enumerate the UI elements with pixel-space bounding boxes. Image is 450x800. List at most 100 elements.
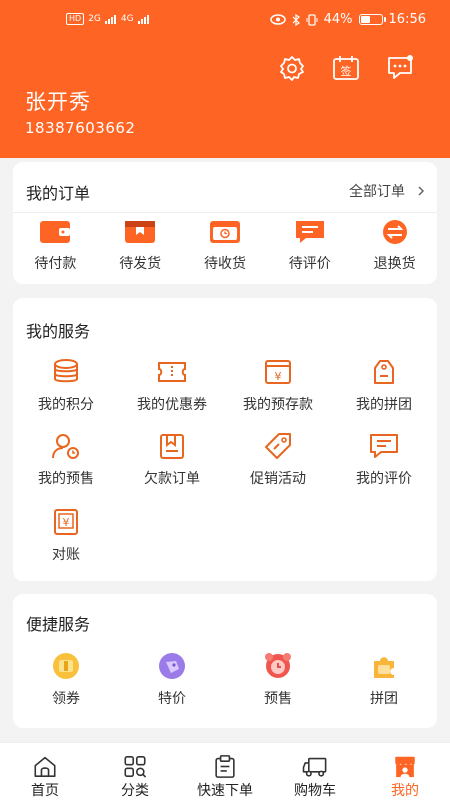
quick-label: 特价: [158, 691, 186, 707]
services-row: ¥ 对账: [13, 508, 437, 564]
order-pending-review[interactable]: 待评价: [267, 219, 352, 273]
service-presale[interactable]: 我的预售: [13, 432, 119, 488]
signal-4g-indicator: 4G: [120, 14, 134, 24]
network-indicators: HD 2G 4G: [66, 13, 150, 25]
quick-label: 预售: [264, 691, 292, 707]
service-coupons[interactable]: 我的优惠券: [119, 358, 225, 414]
battery-percent: 44%: [323, 12, 353, 27]
settings-icon[interactable]: [278, 54, 306, 82]
get-coupon-icon: [53, 653, 79, 679]
vibrate-icon: [306, 13, 318, 26]
order-label: 待评价: [288, 256, 331, 272]
services-row: 我的预售 欠款订单 促销活动 我的评价: [13, 432, 437, 488]
all-orders-label: 全部订单: [349, 184, 405, 200]
service-promotions[interactable]: 促销活动: [225, 432, 331, 488]
header-actions: 签: [278, 54, 414, 82]
chevron-right-icon: [418, 186, 425, 196]
group-buy-icon: [374, 360, 394, 384]
service-label: 我的积分: [38, 397, 94, 413]
service-label: 欠款订单: [144, 471, 200, 487]
service-group-buy[interactable]: 我的拼团: [331, 358, 437, 414]
tab-label: 我的: [391, 783, 419, 799]
user-phone: 18387603662: [25, 119, 136, 137]
profile-store-icon: [395, 756, 415, 778]
order-label: 退换货: [373, 256, 416, 272]
status-bar: HD 2G 4G 44% 16:56: [0, 0, 450, 40]
svg-text:¥: ¥: [63, 516, 70, 529]
exchange-icon: [382, 220, 407, 244]
svg-text:签: 签: [341, 64, 352, 78]
presale-icon: [52, 434, 79, 459]
tab-label: 购物车: [294, 783, 336, 799]
reconcile-icon: ¥: [54, 509, 78, 535]
clipboard-icon: [215, 755, 235, 778]
special-price-icon: [159, 653, 185, 679]
all-orders-link[interactable]: 全部订单: [349, 181, 425, 201]
sign-in-icon[interactable]: 签: [332, 54, 360, 82]
tab-cart[interactable]: 购物车: [270, 743, 360, 800]
tab-quick-order[interactable]: 快速下单: [180, 743, 270, 800]
box-icon: [125, 221, 156, 243]
quick-special-price[interactable]: 特价: [119, 652, 225, 708]
tab-label: 首页: [31, 783, 59, 799]
quick-label: 领券: [52, 691, 80, 707]
wallet-icon: [40, 221, 71, 243]
tab-label: 分类: [121, 783, 149, 799]
comment-icon: [295, 221, 324, 243]
hd-indicator: HD: [66, 13, 85, 25]
order-pending-shipment[interactable]: 待发货: [98, 219, 183, 273]
tab-category[interactable]: 分类: [90, 743, 180, 800]
service-points[interactable]: 我的积分: [13, 358, 119, 414]
service-debt-orders[interactable]: 欠款订单: [119, 432, 225, 488]
deposit-icon: ¥: [265, 360, 291, 384]
quick-label: 拼团: [370, 691, 398, 707]
tab-home[interactable]: 首页: [0, 743, 90, 800]
delivery-icon: [209, 221, 240, 243]
services-card: 我的服务 我的积分 我的优惠券 ¥ 我的预存款 我的拼团 我的预售 欠款订单 促…: [13, 298, 437, 581]
signal-icon: [104, 14, 116, 24]
order-return-exchange[interactable]: 退换货: [352, 219, 437, 273]
profile-header: HD 2G 4G 44% 16:56 签 张开秀 18387603662: [0, 0, 450, 158]
order-pending-receipt[interactable]: 待收货: [183, 219, 268, 273]
order-pending-payment[interactable]: 待付款: [13, 219, 98, 273]
quick-presale[interactable]: 预售: [225, 652, 331, 708]
user-name[interactable]: 张开秀: [25, 86, 91, 116]
alarm-icon: [265, 653, 291, 678]
order-status-row: 待付款 待发货 待收货 待评价 退换货: [13, 219, 437, 273]
service-reviews[interactable]: 我的评价: [331, 432, 437, 488]
services-row: 我的积分 我的优惠券 ¥ 我的预存款 我的拼团: [13, 358, 437, 414]
quick-group-buy[interactable]: 拼团: [331, 652, 437, 708]
service-reconcile[interactable]: ¥ 对账: [13, 508, 119, 564]
home-icon: [34, 756, 56, 778]
service-label: 对账: [52, 547, 80, 563]
quick-services-row: 领券 特价 预售 拼团: [13, 652, 437, 708]
signal-icon: [137, 14, 149, 24]
status-right: 44% 16:56: [269, 12, 426, 27]
tab-mine[interactable]: 我的: [360, 743, 450, 800]
quick-services-title: 便捷服务: [26, 615, 91, 634]
service-label: 我的拼团: [356, 397, 412, 413]
service-deposit[interactable]: ¥ 我的预存款: [225, 358, 331, 414]
service-label: 我的评价: [356, 471, 412, 487]
order-label: 待发货: [119, 256, 162, 272]
svg-text:¥: ¥: [275, 370, 282, 383]
clock: 16:56: [388, 12, 426, 27]
service-label: 我的优惠券: [137, 397, 207, 413]
review-icon: [370, 434, 398, 458]
bottom-tab-bar: 首页 分类 快速下单 购物车 我的: [0, 742, 450, 800]
debt-order-icon: [160, 434, 184, 459]
quick-get-coupon[interactable]: 领券: [13, 652, 119, 708]
puzzle-icon: [374, 657, 394, 678]
service-label: 我的预存款: [243, 397, 313, 413]
order-label: 待付款: [34, 256, 77, 272]
quick-services-card: 便捷服务 领券 特价 预售 拼团: [13, 594, 437, 728]
points-icon: [54, 359, 78, 383]
message-icon[interactable]: [386, 54, 414, 82]
tab-label: 快速下单: [197, 783, 253, 799]
orders-title: 我的订单: [26, 184, 91, 203]
eye-icon: [269, 14, 286, 25]
truck-icon: [302, 757, 327, 777]
bluetooth-icon: [292, 13, 300, 26]
category-icon: [124, 755, 147, 778]
signal-2g-indicator: 2G: [88, 14, 101, 24]
